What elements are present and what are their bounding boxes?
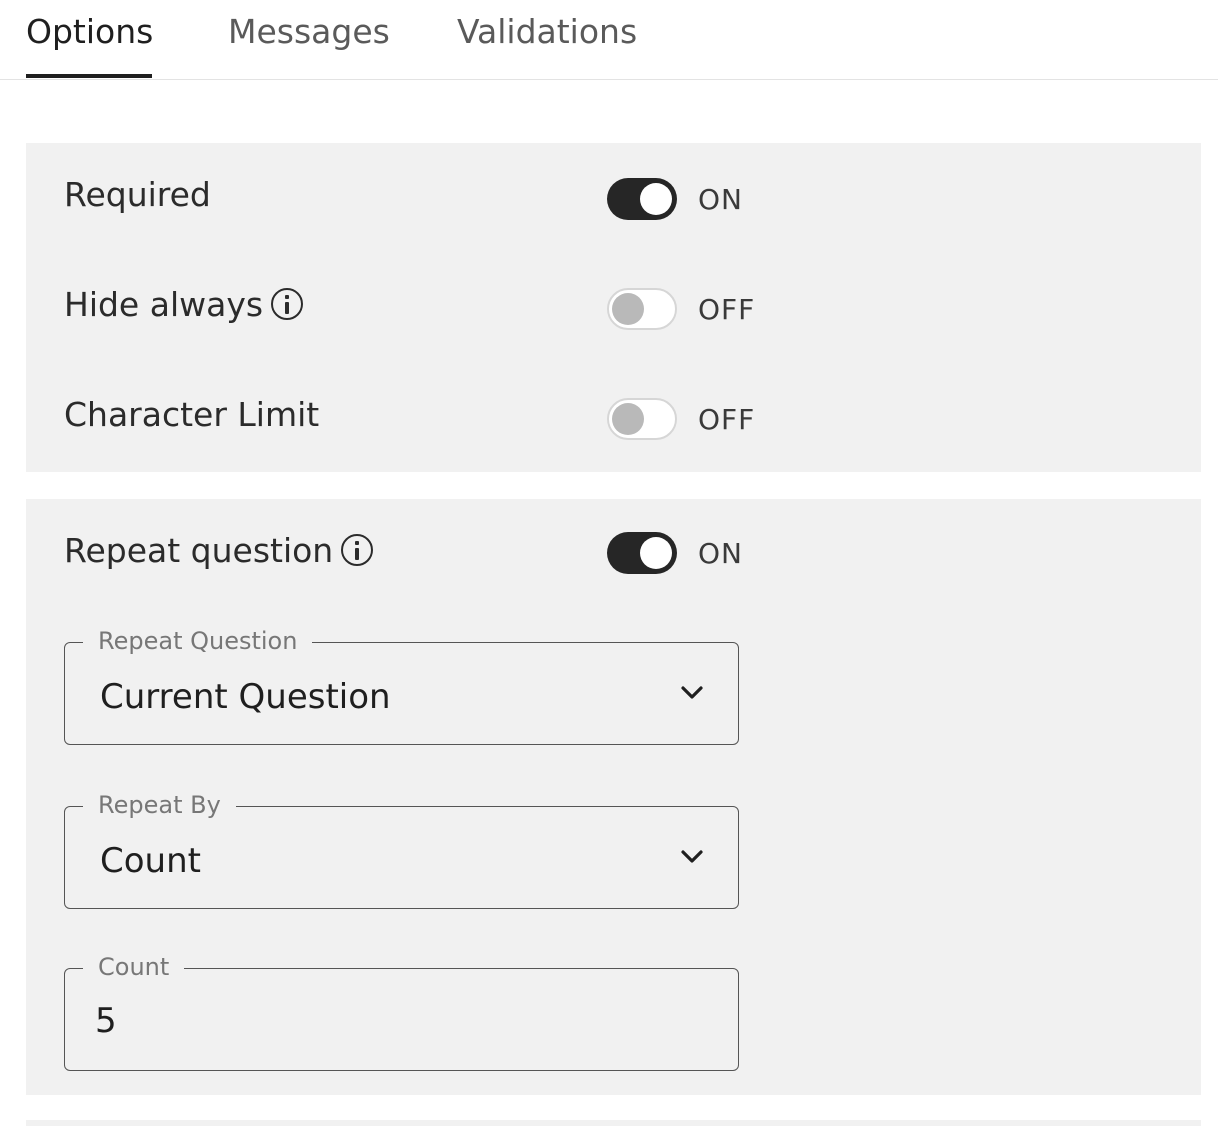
repeat-panel: Repeat question ON Repeat Question Curre…: [26, 499, 1201, 1095]
repeat-question-select-label: Repeat Question: [83, 623, 313, 659]
repeat-question-select[interactable]: Repeat Question Current Question: [64, 623, 739, 745]
tab-messages[interactable]: Messages: [228, 10, 390, 80]
toggle-knob: [612, 293, 644, 325]
tab-options[interactable]: Options: [26, 10, 153, 80]
required-label: Required: [64, 175, 211, 215]
count-input-label: Count: [83, 949, 185, 985]
repeat-by-select[interactable]: Repeat By Count: [64, 787, 739, 909]
toggle-knob: [612, 403, 644, 435]
repeat-question-label: Repeat question: [64, 531, 374, 571]
info-icon[interactable]: [271, 287, 304, 320]
required-toggle-state: ON: [698, 183, 743, 216]
repeat-question-toggle-state: ON: [698, 537, 743, 570]
options-panel: Required ON Hide always OFF Character Li…: [26, 143, 1201, 472]
repeat-by-select-label: Repeat By: [83, 787, 236, 823]
character-limit-label-text: Character Limit: [64, 395, 320, 434]
repeat-question-select-value: Current Question: [100, 677, 391, 717]
repeat-question-toggle[interactable]: [607, 532, 677, 574]
hide-always-label-text: Hide always: [64, 285, 264, 324]
next-panel-edge: [26, 1120, 1201, 1126]
required-toggle[interactable]: [607, 178, 677, 220]
count-input-value[interactable]: 5: [95, 1001, 117, 1041]
info-icon[interactable]: [341, 533, 374, 566]
character-limit-toggle-state: OFF: [698, 403, 756, 436]
tab-validations[interactable]: Validations: [457, 10, 637, 80]
tab-bar: Options Messages Validations: [0, 0, 1218, 80]
hide-always-label: Hide always: [64, 285, 304, 325]
character-limit-toggle[interactable]: [607, 398, 677, 440]
required-label-text: Required: [64, 175, 211, 214]
hide-always-toggle[interactable]: [607, 288, 677, 330]
toggle-knob: [640, 537, 672, 569]
character-limit-label: Character Limit: [64, 395, 319, 435]
repeat-by-select-value: Count: [100, 841, 201, 881]
chevron-down-icon: [681, 850, 703, 863]
toggle-knob: [640, 183, 672, 215]
count-input[interactable]: Count 5: [64, 949, 739, 1071]
repeat-question-label-text: Repeat question: [64, 531, 334, 570]
chevron-down-icon: [681, 686, 703, 699]
hide-always-toggle-state: OFF: [698, 293, 756, 326]
